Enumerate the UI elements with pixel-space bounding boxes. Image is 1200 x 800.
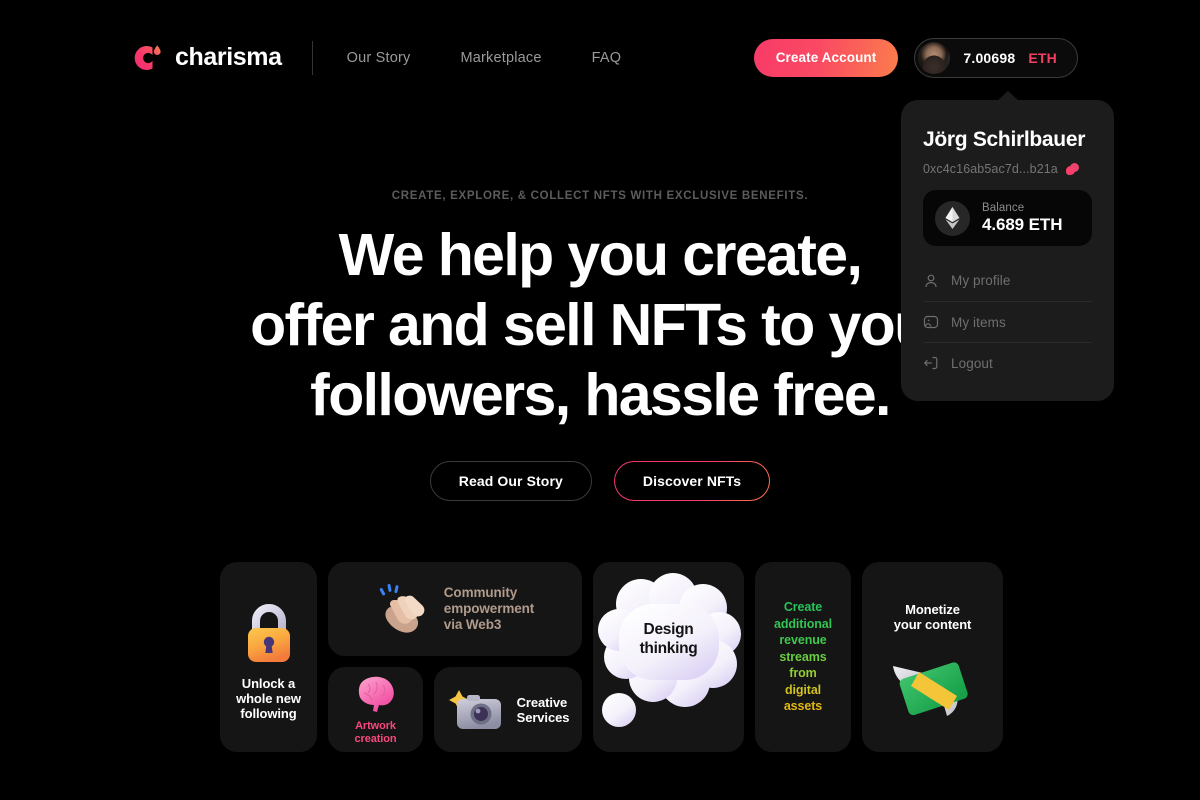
dropdown-arrow	[997, 91, 1019, 101]
create-account-button[interactable]: Create Account	[753, 38, 899, 77]
copy-icon[interactable]	[1065, 163, 1080, 176]
user-avatar	[918, 41, 951, 74]
nav-item-our-story[interactable]: Our Story	[347, 50, 411, 66]
discover-nfts-button[interactable]: Discover NFTs	[614, 461, 770, 501]
account-address-row: 0xc4c16ab5ac7d...b21a	[923, 162, 1092, 176]
main-nav: Our Story Marketplace FAQ	[347, 50, 622, 66]
thought-bubble-icon	[598, 573, 741, 727]
card-monetize-content[interactable]: Monetize your content $	[862, 562, 1003, 752]
card-title: Unlock a whole new following	[236, 675, 301, 721]
ethereum-diamond-icon	[945, 207, 960, 230]
balance-card: Balance 4.689 ETH	[923, 190, 1092, 247]
image-icon	[923, 315, 939, 329]
card-artwork-creation[interactable]: Artwork creation	[328, 667, 423, 752]
header-actions: Create Account 7.00698 ETH	[753, 37, 1078, 78]
menu-item-logout[interactable]: Logout	[923, 342, 1092, 383]
wallet-address: 0xc4c16ab5ac7d...b21a	[923, 162, 1058, 177]
brain-emoji	[358, 676, 394, 712]
hero-cta-row: Read Our Story Discover NFTs	[0, 461, 1200, 501]
account-name: Jörg Schirlbauer	[923, 128, 1086, 151]
menu-item-label: Logout	[951, 355, 993, 371]
card-title: Creative Services	[516, 694, 570, 725]
account-menu: My profile My items Logout	[923, 260, 1092, 383]
account-dropdown: Jörg Schirlbauer 0xc4c16ab5ac7d...b21a B…	[901, 91, 1114, 402]
card-revenue-streams[interactable]: Create additional revenue streams from d…	[755, 562, 851, 752]
card-title: Create additional revenue streams from d…	[773, 600, 833, 714]
money-with-wings-emoji: $	[892, 662, 968, 716]
balance-texts: Balance 4.689 ETH	[982, 202, 1062, 235]
menu-item-my-profile[interactable]: My profile	[923, 260, 1092, 301]
feature-card-grid: Unlock a whole new following Community e…	[220, 562, 1003, 752]
wallet-amount: 7.00698	[963, 49, 1016, 66]
ethereum-icon	[935, 200, 970, 236]
menu-item-my-items[interactable]: My items	[923, 301, 1092, 342]
card-design-thinking[interactable]: Design thinking	[593, 562, 744, 752]
card-title: Monetize your content	[893, 602, 972, 632]
logout-icon	[923, 356, 938, 370]
menu-item-label: My profile	[951, 273, 1011, 289]
balance-label: Balance	[982, 201, 1025, 214]
brand-name: charisma	[175, 43, 282, 71]
card-title: Artwork creation	[354, 719, 397, 745]
balance-value: 4.689 ETH	[982, 214, 1063, 234]
person-icon	[925, 274, 937, 287]
landing-page: charisma Our Story Marketplace FAQ Creat…	[0, 0, 1200, 800]
brand-logo[interactable]: charisma	[132, 42, 282, 74]
card-title: Community empowerment via Web3	[443, 585, 535, 632]
card-creative-services[interactable]: Creative Services	[434, 667, 582, 752]
clapping-hands-emoji	[379, 583, 425, 633]
camera-with-flash-emoji	[448, 689, 501, 729]
site-header: charisma Our Story Marketplace FAQ Creat…	[0, 0, 1200, 115]
menu-item-label: My items	[951, 314, 1006, 330]
charisma-c-logo-icon	[134, 44, 161, 70]
header-divider	[311, 40, 313, 75]
read-our-story-button[interactable]: Read Our Story	[429, 461, 592, 501]
nav-item-faq[interactable]: FAQ	[592, 50, 622, 66]
wallet-currency: ETH	[1028, 49, 1057, 66]
wallet-chip[interactable]: 7.00698 ETH	[914, 37, 1078, 78]
nav-item-marketplace[interactable]: Marketplace	[460, 50, 541, 66]
lock-emoji	[247, 603, 290, 662]
card-community-empowerment[interactable]: Community empowerment via Web3	[328, 562, 582, 656]
card-unlock-following[interactable]: Unlock a whole new following	[220, 562, 317, 752]
